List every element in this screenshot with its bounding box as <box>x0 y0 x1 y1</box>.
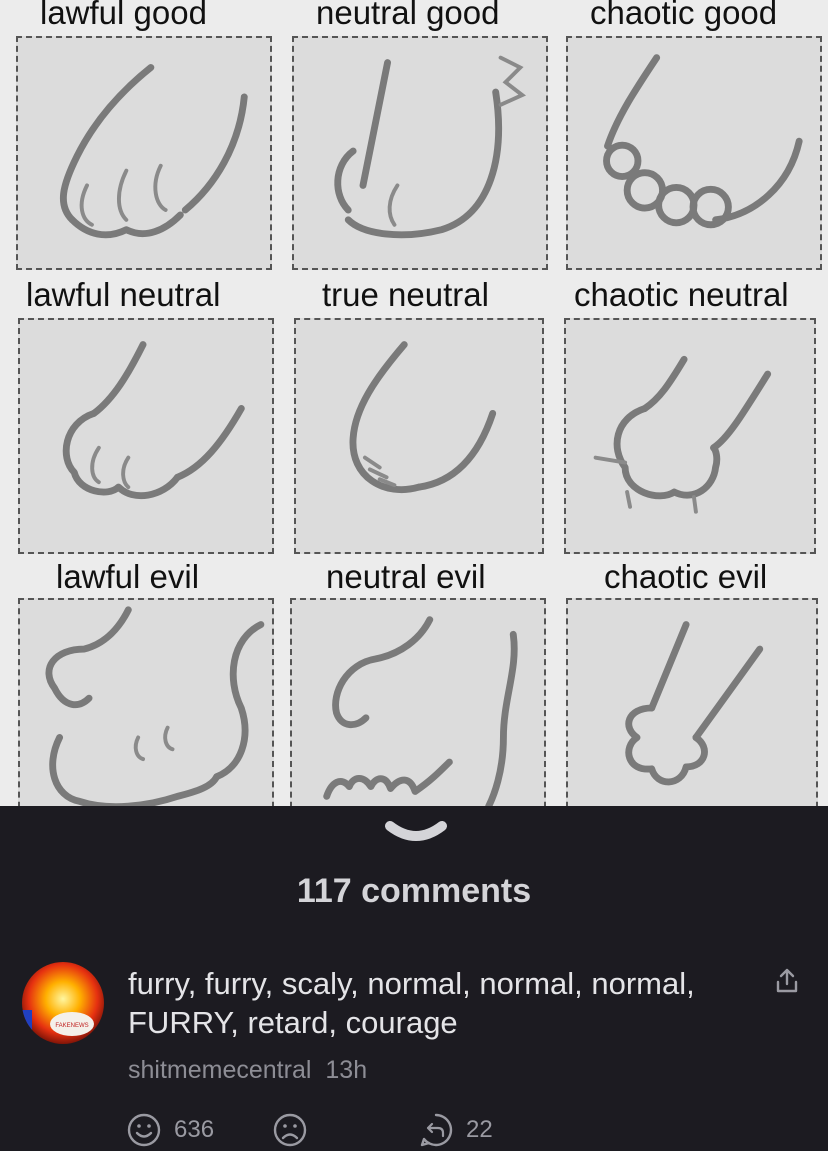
paw-drawing <box>625 621 764 786</box>
label-lawful-good: lawful good <box>40 0 207 31</box>
alignment-chart-image: lawful good neutral good chaotic good la… <box>0 0 828 806</box>
reply-count: 22 <box>466 1116 493 1143</box>
paw-drawing <box>349 341 497 494</box>
paw-cell-lawful-neutral <box>18 318 274 554</box>
avatar[interactable]: FAKENEWS <box>22 962 104 1044</box>
paw-drawing <box>59 64 248 239</box>
frown-icon <box>273 1113 307 1147</box>
upvote-button[interactable]: 636 <box>126 1112 214 1148</box>
paw-cell-chaotic-evil <box>566 598 818 806</box>
reply-icon <box>420 1113 453 1147</box>
label-neutral-good: neutral good <box>316 0 500 31</box>
comment-text: furry, furry, scaly, normal, normal, nor… <box>128 966 695 1040</box>
paw-drawing <box>334 55 527 239</box>
paw-cell-neutral-good <box>292 36 548 270</box>
paw-cell-chaotic-good <box>566 36 822 270</box>
label-chaotic-neutral: chaotic neutral <box>574 276 789 313</box>
label-true-neutral: true neutral <box>322 276 489 313</box>
svg-text:FAKENEWS: FAKENEWS <box>55 1023 88 1029</box>
paw-drawing <box>603 54 803 229</box>
label-lawful-evil: lawful evil <box>56 558 200 595</box>
label-chaotic-good: chaotic good <box>590 0 778 31</box>
comment-time: 13h <box>325 1056 368 1084</box>
upvote-count: 636 <box>174 1116 215 1143</box>
smile-icon <box>127 1113 161 1147</box>
paw-drawing <box>45 606 265 806</box>
paw-drawing <box>323 616 518 806</box>
collapse-chevron-icon[interactable] <box>384 820 448 848</box>
reply-button[interactable]: 22 <box>418 1112 493 1148</box>
comment-meta: shitmemecentral 13h <box>128 1056 367 1085</box>
paw-cell-lawful-evil <box>18 598 274 806</box>
comment-actions: 636 22 <box>0 1112 828 1150</box>
paw-cell-true-neutral <box>294 318 544 554</box>
downvote-button[interactable] <box>272 1112 320 1148</box>
comments-count-heading: 117 comments <box>296 872 532 910</box>
paw-cell-lawful-good <box>16 36 272 270</box>
label-chaotic-evil: chaotic evil <box>604 558 768 595</box>
paw-cell-chaotic-neutral <box>564 318 816 554</box>
label-lawful-neutral: lawful neutral <box>26 276 221 313</box>
paw-cell-neutral-evil <box>290 598 546 806</box>
share-icon[interactable] <box>772 966 802 996</box>
comment-author[interactable]: shitmemecentral <box>128 1056 311 1084</box>
paw-drawing <box>593 355 772 514</box>
paw-drawing <box>62 341 245 500</box>
label-neutral-evil: neutral evil <box>326 558 486 595</box>
